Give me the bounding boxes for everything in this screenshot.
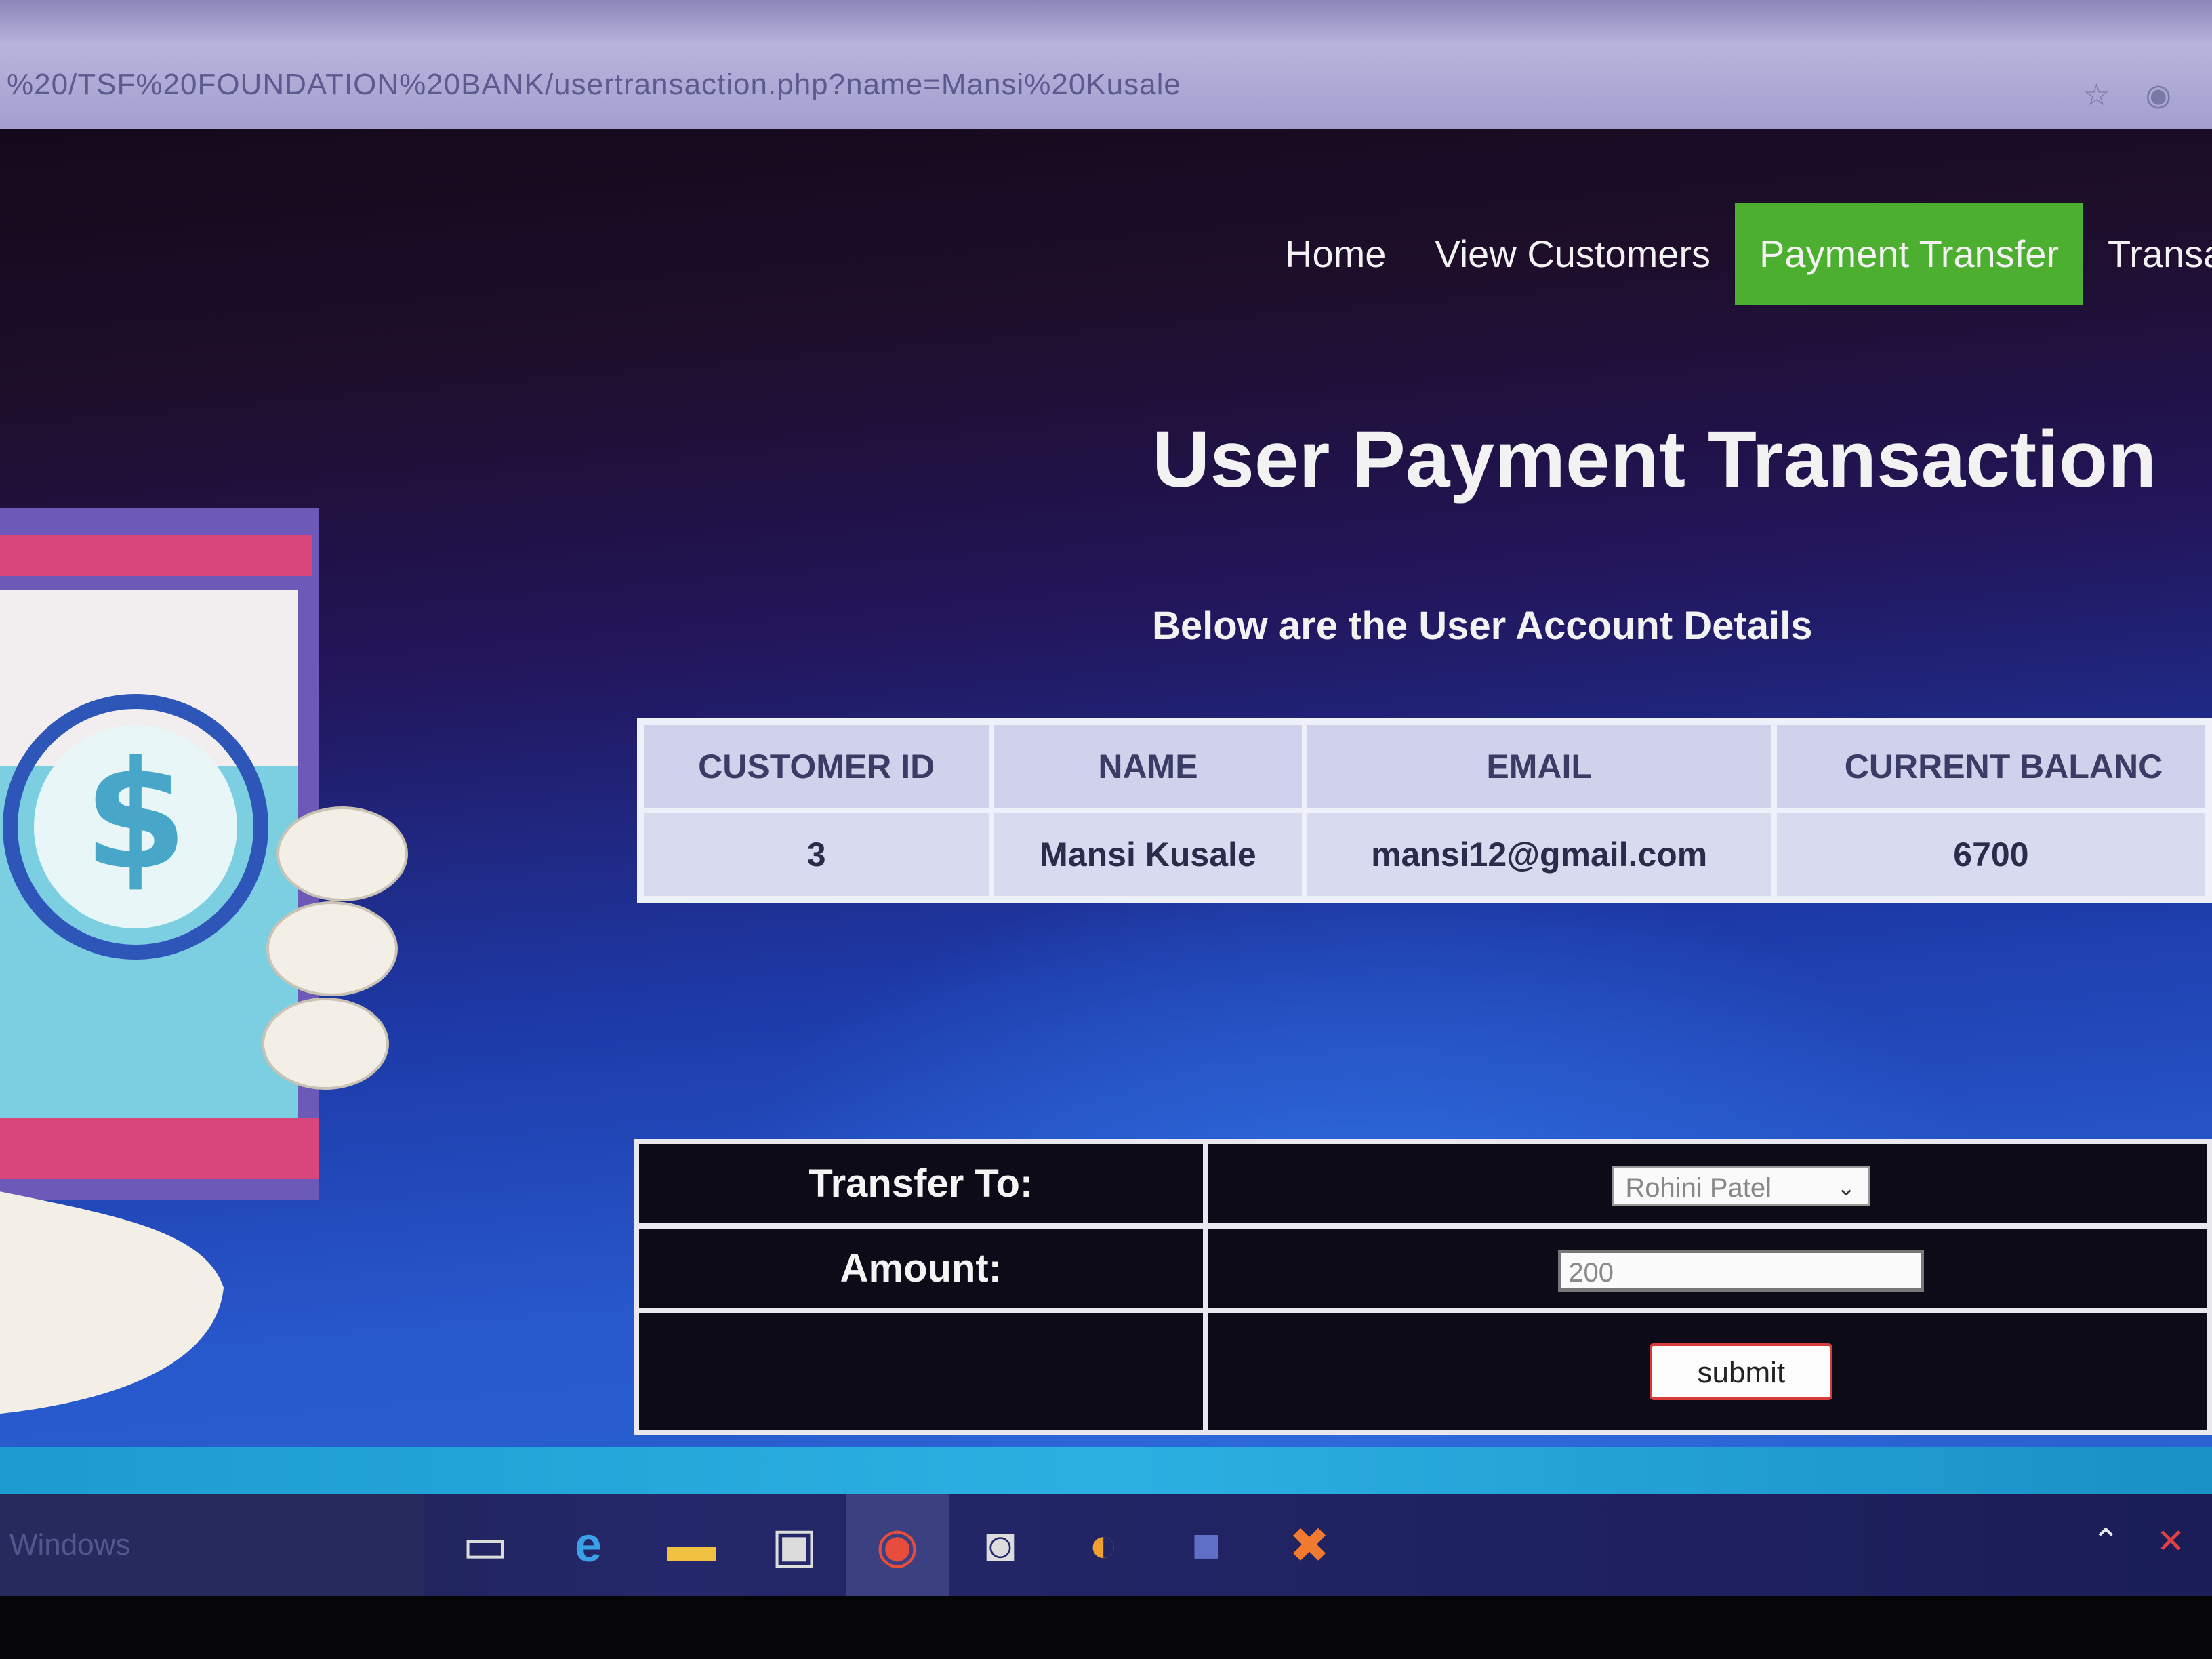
app-icon[interactable]: ■ <box>1155 1494 1258 1596</box>
header-name: NAME <box>989 719 1307 813</box>
main-nav: Home View Customers Payment Transfer Tra… <box>1261 203 2212 305</box>
transfer-form: Transfer To: Rohini Patel ⌄ Amount: 200 … <box>634 1139 2212 1435</box>
monitor-bezel <box>0 1596 2212 1659</box>
submit-button[interactable]: submit <box>1650 1343 1833 1400</box>
taskbar-search[interactable]: Windows <box>0 1494 424 1596</box>
finger <box>266 901 398 996</box>
edge-icon[interactable]: e <box>537 1494 640 1596</box>
transfer-to-value: Rohini Patel <box>1625 1173 1771 1203</box>
account-details-table: CUSTOMER ID NAME EMAIL CURRENT BALANC 3 … <box>637 718 2212 903</box>
payment-illustration: $ <box>0 508 408 1414</box>
palm <box>0 1191 224 1414</box>
extension-icon[interactable]: ◉ <box>2146 79 2171 112</box>
table-row: 3 Mansi Kusale mansi12@gmail.com 6700 <box>637 808 2212 902</box>
nav-view-customers[interactable]: View Customers <box>1410 203 1735 305</box>
cell-customer-id: 3 <box>637 808 995 902</box>
address-bar-icons: ☆ ◉ <box>2056 78 2171 112</box>
finger <box>262 998 389 1090</box>
nav-payment-transfer[interactable]: Payment Transfer <box>1735 203 2084 305</box>
chrome-icon[interactable]: ◉ <box>846 1494 949 1596</box>
submit-cell: submit <box>1202 1308 2212 1435</box>
amount-row: Amount: 200 <box>634 1223 2212 1313</box>
taskbar: Windows ▭ e ▬ ▣ ◉ ◙ ◐ ■ ✖ ⌃ ✕ <box>0 1494 2212 1596</box>
amount-input[interactable]: 200 <box>1558 1249 1925 1292</box>
cell-current-balance: 6700 <box>1771 808 2212 902</box>
page-title: User Payment Transaction <box>1152 415 2157 504</box>
dollar-icon: $ <box>83 729 187 903</box>
transfer-to-select[interactable]: Rohini Patel ⌄ <box>1612 1166 1870 1206</box>
network-icon[interactable]: ✕ <box>2156 1522 2185 1560</box>
taskbar-search-text: Windows <box>9 1528 131 1561</box>
header-current-balance: CURRENT BALANC <box>1771 719 2212 813</box>
cell-email: mansi12@gmail.com <box>1301 808 1777 902</box>
transfer-to-row: Transfer To: Rohini Patel ⌄ <box>634 1139 2212 1229</box>
amount-cell: 200 <box>1202 1223 2212 1313</box>
xampp-icon[interactable]: ✖ <box>1258 1494 1361 1596</box>
transfer-to-cell: Rohini Patel ⌄ <box>1202 1139 2212 1229</box>
chevron-up-icon[interactable]: ⌃ <box>2091 1522 2120 1560</box>
system-tray: ⌃ ✕ <box>2064 1521 2185 1561</box>
page-footer-strip <box>0 1447 2212 1494</box>
phone-bottom-band <box>0 1118 319 1179</box>
url-text[interactable]: %20/TSF%20FOUNDATION%20BANK/usertransact… <box>7 68 1181 102</box>
cell-name: Mansi Kusale <box>989 808 1307 902</box>
display-icon[interactable]: ▣ <box>743 1494 846 1596</box>
web-page: $ Home View Customers Payment Transfer T… <box>0 129 2212 1450</box>
task-view-icon[interactable]: ▭ <box>434 1494 537 1596</box>
bookmark-star-icon[interactable]: ☆ <box>2083 79 2110 112</box>
nav-home[interactable]: Home <box>1261 203 1410 305</box>
browser-address-bar[interactable]: %20/TSF%20FOUNDATION%20BANK/usertransact… <box>0 0 2212 129</box>
empty-cell <box>634 1308 1208 1435</box>
page-subtitle: Below are the User Account Details <box>1152 604 1813 648</box>
header-email: EMAIL <box>1301 719 1777 813</box>
amount-label: Amount: <box>634 1223 1208 1313</box>
finger <box>276 806 408 901</box>
file-explorer-icon[interactable]: ▬ <box>640 1494 743 1596</box>
taskbar-icons: ▭ e ▬ ▣ ◉ ◙ ◐ ■ ✖ <box>434 1494 1361 1596</box>
phone-top-band <box>0 535 312 576</box>
eclipse-icon[interactable]: ◐ <box>1052 1494 1155 1596</box>
nav-transactions[interactable]: Transactio <box>2083 203 2212 305</box>
submit-row: submit <box>634 1308 2212 1435</box>
chevron-down-icon: ⌄ <box>1836 1175 1856 1201</box>
header-customer-id: CUSTOMER ID <box>637 719 995 813</box>
transfer-to-label: Transfer To: <box>634 1139 1208 1229</box>
camera-icon[interactable]: ◙ <box>949 1494 1052 1596</box>
table-header-row: CUSTOMER ID NAME EMAIL CURRENT BALANC <box>637 719 2212 813</box>
